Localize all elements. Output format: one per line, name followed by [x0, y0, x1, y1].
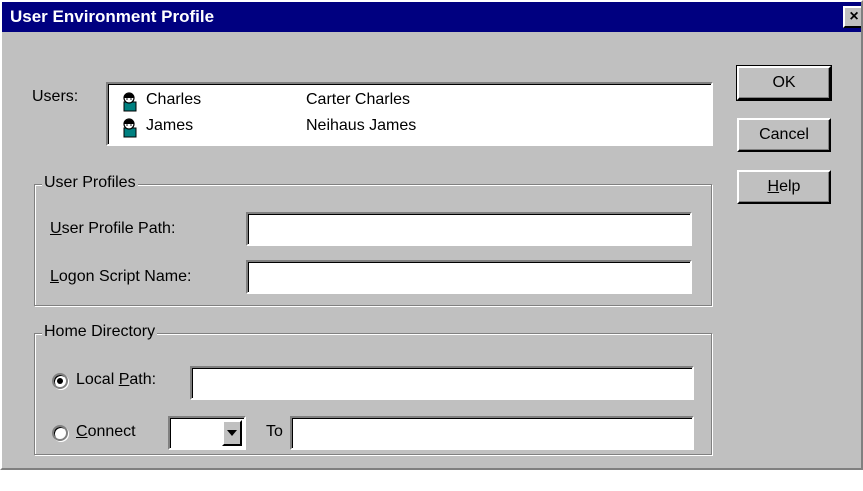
radio-selected-dot [57, 378, 63, 384]
local-path-label: Local Path: [76, 371, 157, 388]
cancel-button[interactable]: Cancel [737, 118, 831, 152]
user-profile-path-label: User Profile Path: [50, 220, 176, 237]
user-username: James [146, 117, 194, 134]
dialog-title: User Environment Profile [10, 7, 215, 26]
connect-label: Connect [76, 423, 136, 440]
user-icon [123, 118, 137, 138]
drive-letter-dropdown[interactable] [168, 416, 246, 450]
logon-script-name-input[interactable] [246, 260, 692, 294]
close-button[interactable]: × [843, 6, 861, 28]
user-environment-profile-dialog: User Environment Profile × Users: Charle… [0, 0, 863, 470]
title-bar: User Environment Profile × [2, 2, 861, 32]
user-username: Charles [146, 91, 202, 108]
cancel-button-label: Cancel [759, 126, 809, 143]
user-icon [123, 92, 137, 112]
user-profile-path-input[interactable] [246, 212, 692, 246]
home-directory-group-title: Home Directory [42, 323, 158, 341]
to-label: To [266, 423, 283, 440]
users-label: Users: [32, 88, 79, 105]
connect-radio[interactable] [52, 425, 68, 441]
chevron-down-icon [227, 430, 237, 436]
logon-script-name-label: Logon Script Name: [50, 268, 192, 285]
dropdown-arrow-button[interactable] [222, 420, 242, 446]
help-button-label: Help [767, 178, 801, 195]
user-full-name: Carter Charles [306, 91, 411, 108]
local-path-input[interactable] [190, 366, 694, 400]
ok-button-label: OK [772, 74, 796, 91]
close-icon: × [849, 8, 859, 25]
help-button[interactable]: Help [737, 170, 831, 204]
user-full-name: Neihaus James [306, 117, 417, 134]
user-list-item[interactable]: Charles Carter Charles [116, 88, 706, 114]
ok-button[interactable]: OK [736, 65, 832, 101]
users-list[interactable]: Charles Carter Charles James Neihaus Jam… [106, 82, 713, 146]
user-list-item[interactable]: James Neihaus James [116, 114, 706, 140]
local-path-radio[interactable] [52, 373, 68, 389]
connect-to-input[interactable] [290, 416, 694, 450]
user-profiles-group-title: User Profiles [42, 174, 138, 192]
